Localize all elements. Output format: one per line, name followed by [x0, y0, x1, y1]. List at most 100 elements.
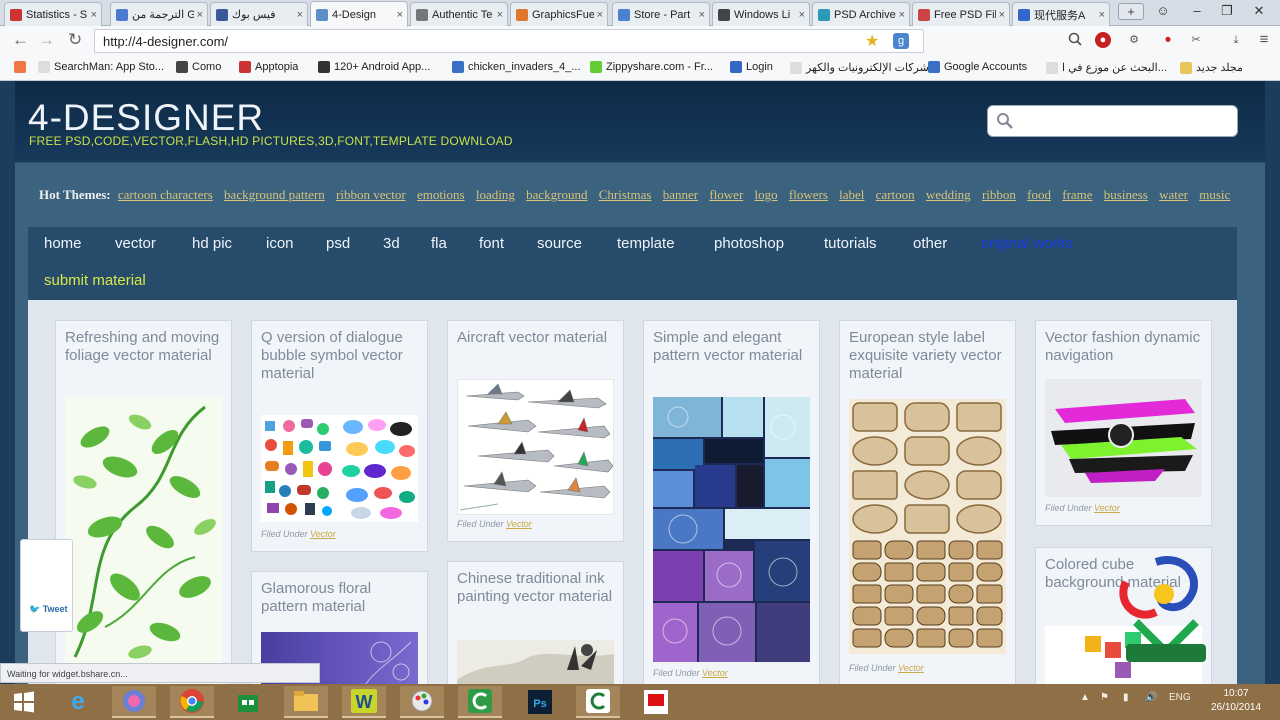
hot-theme-link[interactable]: music [1199, 187, 1230, 202]
card-title[interactable]: Vector fashion dynamic navigation [1045, 329, 1205, 365]
site-search-input[interactable] [987, 105, 1238, 137]
nav-item-home[interactable]: home [44, 235, 82, 252]
category-link[interactable]: Vector [702, 668, 728, 678]
search-icon[interactable] [1067, 32, 1083, 48]
card-title[interactable]: Chinese traditional ink painting vector … [457, 570, 617, 606]
nav-item-template[interactable]: template [617, 235, 675, 252]
hot-theme-link[interactable]: background pattern [224, 187, 325, 202]
word-icon[interactable]: W [342, 686, 386, 718]
hot-theme-link[interactable]: banner [663, 187, 698, 202]
nav-item-other[interactable]: other [913, 235, 947, 252]
back-button[interactable]: ← [12, 31, 29, 49]
extension-icon[interactable]: g [893, 33, 909, 49]
tray-flag-icon[interactable]: ⚑ [1100, 692, 1109, 703]
labels-thumbnail[interactable] [849, 399, 1006, 654]
browser-tab[interactable]: فيس بوك × [210, 2, 308, 26]
hot-theme-link[interactable]: food [1027, 187, 1051, 202]
new-tab-button[interactable]: + [1118, 3, 1144, 20]
nav-item-vector[interactable]: vector [115, 235, 156, 252]
tray-arrow-icon[interactable]: ▲ [1080, 692, 1090, 703]
address-bar[interactable]: http://4-designer.com/ ★ g [94, 29, 924, 53]
camtasia-recorder-icon[interactable] [576, 686, 620, 718]
category-link[interactable]: Vector [1094, 503, 1120, 513]
record-icon[interactable]: ⏺ [1160, 32, 1176, 48]
browser-tab[interactable]: 现代服务A × [1012, 2, 1110, 26]
nav-item-fla[interactable]: fla [431, 235, 447, 252]
bookmark-item[interactable] [14, 61, 30, 73]
maximize-icon[interactable]: ❐ [1214, 1, 1240, 21]
volume-icon[interactable]: 🔊 [1145, 692, 1157, 703]
hot-theme-link[interactable]: flowers [789, 187, 828, 202]
app-icon[interactable] [634, 686, 678, 718]
material-card[interactable]: Aircraft vector material Filed Under Vec… [447, 320, 624, 542]
hot-theme-link[interactable]: ribbon [982, 187, 1016, 202]
tab-close-icon[interactable]: × [1099, 9, 1105, 21]
foliage-thumbnail[interactable] [65, 397, 222, 667]
hot-theme-link[interactable]: flower [709, 187, 743, 202]
card-title[interactable]: Q version of dialogue bubble symbol vect… [261, 329, 421, 383]
bookmark-item[interactable]: 120+ Android App... [318, 61, 430, 73]
nav-item-font[interactable]: font [479, 235, 504, 252]
photoshop-icon[interactable]: Ps [518, 686, 562, 718]
hot-theme-link[interactable]: cartoon characters [118, 187, 213, 202]
tab-close-icon[interactable]: × [999, 9, 1005, 21]
card-title[interactable]: Aircraft vector material [457, 329, 617, 347]
bookmark-item[interactable]: chicken_invaders_4_... [452, 61, 581, 73]
menu-icon[interactable]: ≡ [1256, 32, 1272, 48]
camtasia-icon[interactable] [458, 686, 502, 718]
nav-item-3d[interactable]: 3d [383, 235, 400, 252]
extension-puzzle-icon[interactable]: ⚙ [1126, 32, 1142, 48]
bookmark-item[interactable]: Login [730, 61, 773, 73]
user-icon[interactable]: ☺ [1150, 1, 1176, 21]
tab-close-icon[interactable]: × [91, 9, 97, 21]
bookmark-item[interactable]: البحث عن موزع في ا... [1046, 61, 1167, 74]
browser-tab[interactable]: Statistics - S × [4, 2, 102, 26]
adblock-icon[interactable]: ● [1095, 32, 1111, 48]
submit-material-link[interactable]: submit material [44, 272, 146, 289]
material-card[interactable]: Vector fashion dynamic navigation Filed … [1035, 320, 1212, 526]
download-icon[interactable]: ⤓ [1228, 32, 1244, 48]
card-title[interactable]: European style label exquisite variety v… [849, 329, 1009, 383]
category-link[interactable]: Vector [310, 529, 336, 539]
hot-theme-link[interactable]: Christmas [599, 187, 652, 202]
browser-tab[interactable]: Windows Li × [712, 2, 810, 26]
clock[interactable]: 10:07 26/10/2014 [1208, 687, 1264, 715]
store-icon[interactable] [226, 686, 270, 718]
bubbles-thumbnail[interactable] [261, 415, 418, 522]
card-title[interactable]: Glamorous floral pattern material [261, 580, 421, 616]
forward-button[interactable]: → [38, 31, 55, 49]
paint-icon[interactable] [400, 686, 444, 718]
nav-item-tutorials[interactable]: tutorials [824, 235, 877, 252]
tab-close-icon[interactable]: × [297, 9, 303, 21]
bookmark-item[interactable]: Como [176, 61, 221, 73]
hot-theme-link[interactable]: water [1159, 187, 1188, 202]
tab-close-icon[interactable]: × [899, 9, 905, 21]
media-app-icon[interactable] [112, 686, 156, 718]
material-card[interactable]: Refreshing and moving foliage vector mat… [55, 320, 232, 684]
material-card[interactable]: Simple and elegant pattern vector materi… [643, 320, 820, 684]
scissors-icon[interactable]: ✂ [1188, 32, 1204, 48]
material-card[interactable]: European style label exquisite variety v… [839, 320, 1016, 684]
file-explorer-icon[interactable] [284, 686, 328, 718]
card-title[interactable]: Simple and elegant pattern vector materi… [653, 329, 813, 365]
material-card[interactable]: Chinese traditional ink painting vector … [447, 561, 624, 684]
reload-button[interactable]: ↻ [68, 31, 82, 49]
browser-tab[interactable]: GraphicsFuel × [510, 2, 608, 26]
tweet-button[interactable]: 🐦 Tweet [29, 604, 68, 615]
language-indicator[interactable]: ENG [1169, 692, 1191, 703]
browser-tab[interactable]: PSD Archive × [812, 2, 910, 26]
pattern-thumbnail[interactable] [653, 397, 810, 662]
network-icon[interactable]: ▮ [1123, 692, 1129, 703]
category-link[interactable]: Vector [506, 519, 532, 529]
navigation-thumbnail[interactable] [1045, 379, 1202, 497]
nav-item-psd[interactable]: psd [326, 235, 350, 252]
hot-theme-link[interactable]: wedding [926, 187, 971, 202]
hot-theme-link[interactable]: loading [476, 187, 515, 202]
bookmark-item[interactable]: شركات الإلكترونيات والكهر [790, 61, 929, 74]
internet-explorer-icon[interactable]: e [56, 686, 100, 718]
browser-tab[interactable]: Free PSD Fil × [912, 2, 1010, 26]
site-logo[interactable]: 4-DESIGNER [28, 97, 264, 139]
bookmark-item[interactable]: SearchMan: App Sto... [38, 61, 164, 73]
bookmark-item[interactable]: مجلد جديد [1180, 61, 1243, 74]
chrome-icon[interactable] [170, 686, 214, 718]
